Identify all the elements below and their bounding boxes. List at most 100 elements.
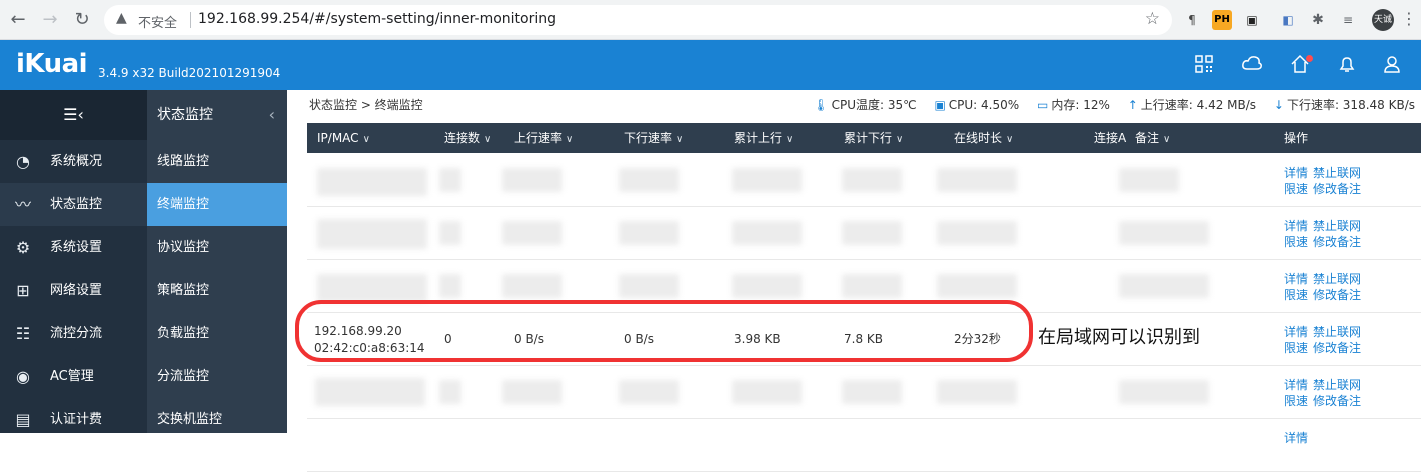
chevron-down-icon: ∨ [1006,134,1014,145]
extension-paragraph-icon[interactable]: ¶ [1182,10,1202,30]
submenu-item-policy-monitor[interactable]: 策略监控 [147,269,287,312]
browser-menu-icon[interactable]: ⋮ [1401,9,1417,28]
blurred-cell [502,221,562,245]
extensions-puzzle-icon[interactable]: ✱ [1308,10,1328,30]
row-actions: 详情 禁止联网 限速 修改备注 [1284,218,1366,250]
blurred-cell [317,274,427,302]
sidebar-item-system-settings[interactable]: ⚙ 系统设置 [0,226,147,269]
sidebar-item-network-settings[interactable]: ⊞ 网络设置 [0,269,147,312]
submenu-panel: 状态监控 ‹ 线路监控 终端监控 协议监控 策略监控 负载监控 分流监控 交换机… [147,90,287,433]
submenu-item-line-monitor[interactable]: 线路监控 [147,140,287,183]
download-rate: 下行速率: 318.48 KB/s [1286,98,1415,112]
rate-limit-link[interactable]: 限速 [1284,341,1308,355]
edit-note-link[interactable]: 修改备注 [1313,235,1361,249]
sidebar-item-label: 系统设置 [50,240,103,255]
browser-toolbar: ← → ↻ ▲ 不安全 192.168.99.254/#/system-sett… [0,0,1421,40]
column-ip-mac[interactable]: IP/MAC ∨ [317,123,370,153]
rate-limit-link[interactable]: 限速 [1284,235,1308,249]
submenu-item-load-monitor[interactable]: 负载监控 [147,312,287,355]
details-link[interactable]: 详情 [1284,166,1308,180]
rate-limit-link[interactable]: 限速 [1284,288,1308,302]
card-icon: ▤ [15,410,31,429]
sidebar-item-flow-control[interactable]: ☷ 流控分流 [0,312,147,355]
edit-note-link[interactable]: 修改备注 [1313,394,1361,408]
extension-grid-icon[interactable]: ▣ [1242,10,1262,30]
blurred-cell [439,380,461,404]
extension-square-icon[interactable]: ◧ [1278,10,1298,30]
blurred-cell [937,221,1017,245]
column-actions: 操作 [1284,131,1309,145]
block-internet-link[interactable]: 禁止联网 [1313,325,1361,339]
block-internet-link[interactable]: 禁止联网 [1313,378,1361,392]
profile-avatar[interactable]: 天诚 [1372,9,1394,31]
column-conn-a[interactable]: 连接A [1094,123,1126,153]
media-queue-icon[interactable]: ≡ [1338,10,1358,30]
sidebar-item-overview[interactable]: ◔ 系统概况 [0,140,147,183]
blurred-cell [315,378,425,406]
monitor-icon: ▭ [1037,98,1049,112]
edit-note-link[interactable]: 修改备注 [1313,288,1361,302]
cpu-temp: CPU温度: 35℃ [831,98,917,112]
chevron-down-icon: ∨ [362,134,370,145]
rate-limit-link[interactable]: 限速 [1284,394,1308,408]
submenu-item-protocol-monitor[interactable]: 协议监控 [147,226,287,269]
extension-ph-icon[interactable]: PH [1212,10,1232,30]
address-bar[interactable]: ▲ 不安全 192.168.99.254/#/system-setting/in… [104,5,1172,35]
app-header: iKuai 3.4.9 x32 Build202101291904 [0,40,1421,90]
column-upload-rate[interactable]: 上行速率 ∨ [514,123,573,153]
forward-icon[interactable]: → [38,8,62,32]
details-link[interactable]: 详情 [1284,325,1308,339]
block-internet-link[interactable]: 禁止联网 [1313,219,1361,233]
blurred-cell [1119,168,1179,192]
table-header: IP/MAC ∨ 连接数 ∨ 上行速率 ∨ 下行速率 ∨ 累计上行 ∨ 累计下行 ∨ 在线时… [307,123,1421,153]
collapse-chevron-icon[interactable]: ‹ [269,90,275,140]
blurred-cell [842,168,902,192]
blurred-cell [842,380,902,404]
user-icon[interactable] [1381,54,1403,76]
menu-toggle-icon[interactable]: ☰‹ [0,90,147,140]
divider [190,12,191,28]
column-total-download[interactable]: 累计下行 ∨ [844,123,903,153]
edit-note-link[interactable]: 修改备注 [1313,182,1361,196]
bookmark-star-icon[interactable]: ☆ [1145,9,1160,29]
sidebar-item-label: 网络设置 [50,283,103,298]
bell-icon[interactable] [1336,54,1358,76]
upload-rate: 上行速率: 4.42 MB/s [1140,98,1257,112]
column-online-time[interactable]: 在线时长 ∨ [954,123,1013,153]
sidebar-item-status-monitor[interactable]: 〰 状态监控 [0,183,147,226]
blurred-cell [439,221,461,245]
cloud-icon[interactable] [1241,54,1263,76]
details-link[interactable]: 详情 [1284,272,1308,286]
column-label: 上行速率 [514,131,563,145]
url-text[interactable]: 192.168.99.254/#/system-setting/inner-mo… [198,11,556,27]
column-connections[interactable]: 连接数 ∨ [444,123,491,153]
column-note[interactable]: 备注 ∨ [1135,123,1170,153]
submenu-item-split-monitor[interactable]: 分流监控 [147,355,287,398]
edit-note-link[interactable]: 修改备注 [1313,341,1361,355]
back-icon[interactable]: ← [6,8,30,32]
submenu-item-terminal-monitor[interactable]: 终端监控 [147,183,287,226]
details-link[interactable]: 详情 [1284,219,1308,233]
column-label: 累计上行 [734,131,783,145]
details-link[interactable]: 详情 [1284,378,1308,392]
submenu-item-switch-monitor[interactable]: 交换机监控 [147,398,287,441]
details-link[interactable]: 详情 [1284,431,1308,445]
column-download-rate[interactable]: 下行速率 ∨ [624,123,683,153]
sidebar-item-auth-billing[interactable]: ▤ 认证计费 [0,398,147,441]
rate-limit-link[interactable]: 限速 [1284,182,1308,196]
highlight-annotation-box [295,300,1033,362]
blurred-cell [937,380,1017,404]
column-total-upload[interactable]: 累计上行 ∨ [734,123,793,153]
reload-icon[interactable]: ↻ [70,8,94,32]
blurred-cell [317,168,427,196]
blurred-cell [619,274,679,298]
block-internet-link[interactable]: 禁止联网 [1313,166,1361,180]
chevron-down-icon: ∨ [566,134,574,145]
block-internet-link[interactable]: 禁止联网 [1313,272,1361,286]
blurred-cell [1119,380,1209,404]
blurred-cell [502,380,562,404]
qr-icon[interactable] [1193,54,1215,76]
table-row: 详情 禁止联网 限速 修改备注 [307,154,1421,207]
network-icon: ⊞ [16,281,30,300]
sidebar-item-ac-management[interactable]: ◉ AC管理 [0,355,147,398]
